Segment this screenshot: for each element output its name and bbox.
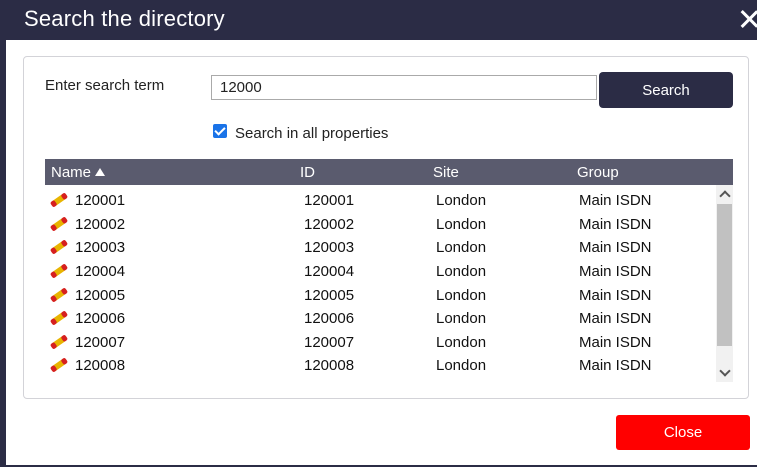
table-row[interactable]: 120006 120006 London Main ISDN — [45, 306, 715, 329]
column-header-group[interactable]: Group — [577, 164, 619, 181]
close-button[interactable]: Close — [616, 415, 750, 450]
telephone-icon — [50, 311, 68, 325]
telephone-icon — [50, 193, 68, 207]
cell-id: 120006 — [304, 310, 355, 327]
table-row[interactable]: 120005 120005 London Main ISDN — [45, 283, 715, 306]
table-row[interactable]: 120008 120008 London Main ISDN — [45, 353, 715, 376]
cell-group: Main ISDN — [579, 357, 652, 374]
search-all-properties-label[interactable]: Search in all properties — [235, 125, 388, 142]
cell-group: Main ISDN — [579, 263, 652, 280]
column-header-site[interactable]: Site — [433, 164, 459, 181]
close-icon[interactable] — [737, 7, 757, 31]
sort-ascending-icon — [95, 168, 106, 176]
scroll-down-arrow-icon[interactable] — [716, 364, 733, 382]
scroll-up-arrow-icon[interactable] — [716, 185, 733, 203]
cell-name: 120006 — [75, 310, 126, 327]
table-row[interactable]: 120002 120002 London Main ISDN — [45, 212, 715, 235]
cell-id: 120002 — [304, 216, 355, 233]
cell-group: Main ISDN — [579, 192, 652, 209]
column-header-name[interactable]: Name — [51, 164, 106, 181]
results-scrollbar[interactable] — [716, 185, 733, 382]
cell-site: London — [436, 287, 487, 304]
cell-id: 120004 — [304, 263, 355, 280]
cell-site: London — [436, 239, 487, 256]
scrollbar-thumb[interactable] — [717, 204, 732, 346]
telephone-icon — [50, 264, 68, 278]
telephone-icon — [50, 358, 68, 372]
cell-name: 120007 — [75, 334, 126, 351]
table-row[interactable]: 120003 120003 London Main ISDN — [45, 235, 715, 258]
cell-id: 120005 — [304, 287, 355, 304]
cell-site: London — [436, 263, 487, 280]
telephone-icon — [50, 335, 68, 349]
cell-group: Main ISDN — [579, 239, 652, 256]
title-bar: Search the directory — [0, 0, 757, 40]
cell-site: London — [436, 334, 487, 351]
cell-site: London — [436, 192, 487, 209]
cell-name: 120003 — [75, 239, 126, 256]
cell-id: 120001 — [304, 192, 355, 209]
telephone-icon — [50, 288, 68, 302]
table-header: Name ID Site Group — [45, 159, 733, 185]
telephone-icon — [50, 217, 68, 231]
cell-name: 120001 — [75, 192, 126, 209]
cell-name: 120005 — [75, 287, 126, 304]
cell-name: 120002 — [75, 216, 126, 233]
cell-group: Main ISDN — [579, 310, 652, 327]
search-all-properties-checkbox[interactable] — [213, 124, 227, 138]
column-header-id[interactable]: ID — [300, 164, 315, 181]
dialog-title: Search the directory — [24, 6, 225, 31]
search-input[interactable] — [211, 75, 597, 100]
cell-site: London — [436, 310, 487, 327]
cell-site: London — [436, 357, 487, 374]
cell-id: 120007 — [304, 334, 355, 351]
cell-site: London — [436, 216, 487, 233]
cell-name: 120004 — [75, 263, 126, 280]
cell-group: Main ISDN — [579, 334, 652, 351]
cell-group: Main ISDN — [579, 287, 652, 304]
search-directory-dialog: Search the directory Enter search term S… — [0, 0, 757, 467]
table-row[interactable]: 120007 120007 London Main ISDN — [45, 330, 715, 353]
search-button[interactable]: Search — [599, 72, 733, 108]
cell-id: 120003 — [304, 239, 355, 256]
telephone-icon — [50, 240, 68, 254]
table-row[interactable]: 120004 120004 London Main ISDN — [45, 259, 715, 282]
search-term-label: Enter search term — [45, 77, 165, 94]
cell-id: 120008 — [304, 357, 355, 374]
table-row[interactable]: 120001 120001 London Main ISDN — [45, 188, 715, 211]
cell-group: Main ISDN — [579, 216, 652, 233]
cell-name: 120008 — [75, 357, 126, 374]
